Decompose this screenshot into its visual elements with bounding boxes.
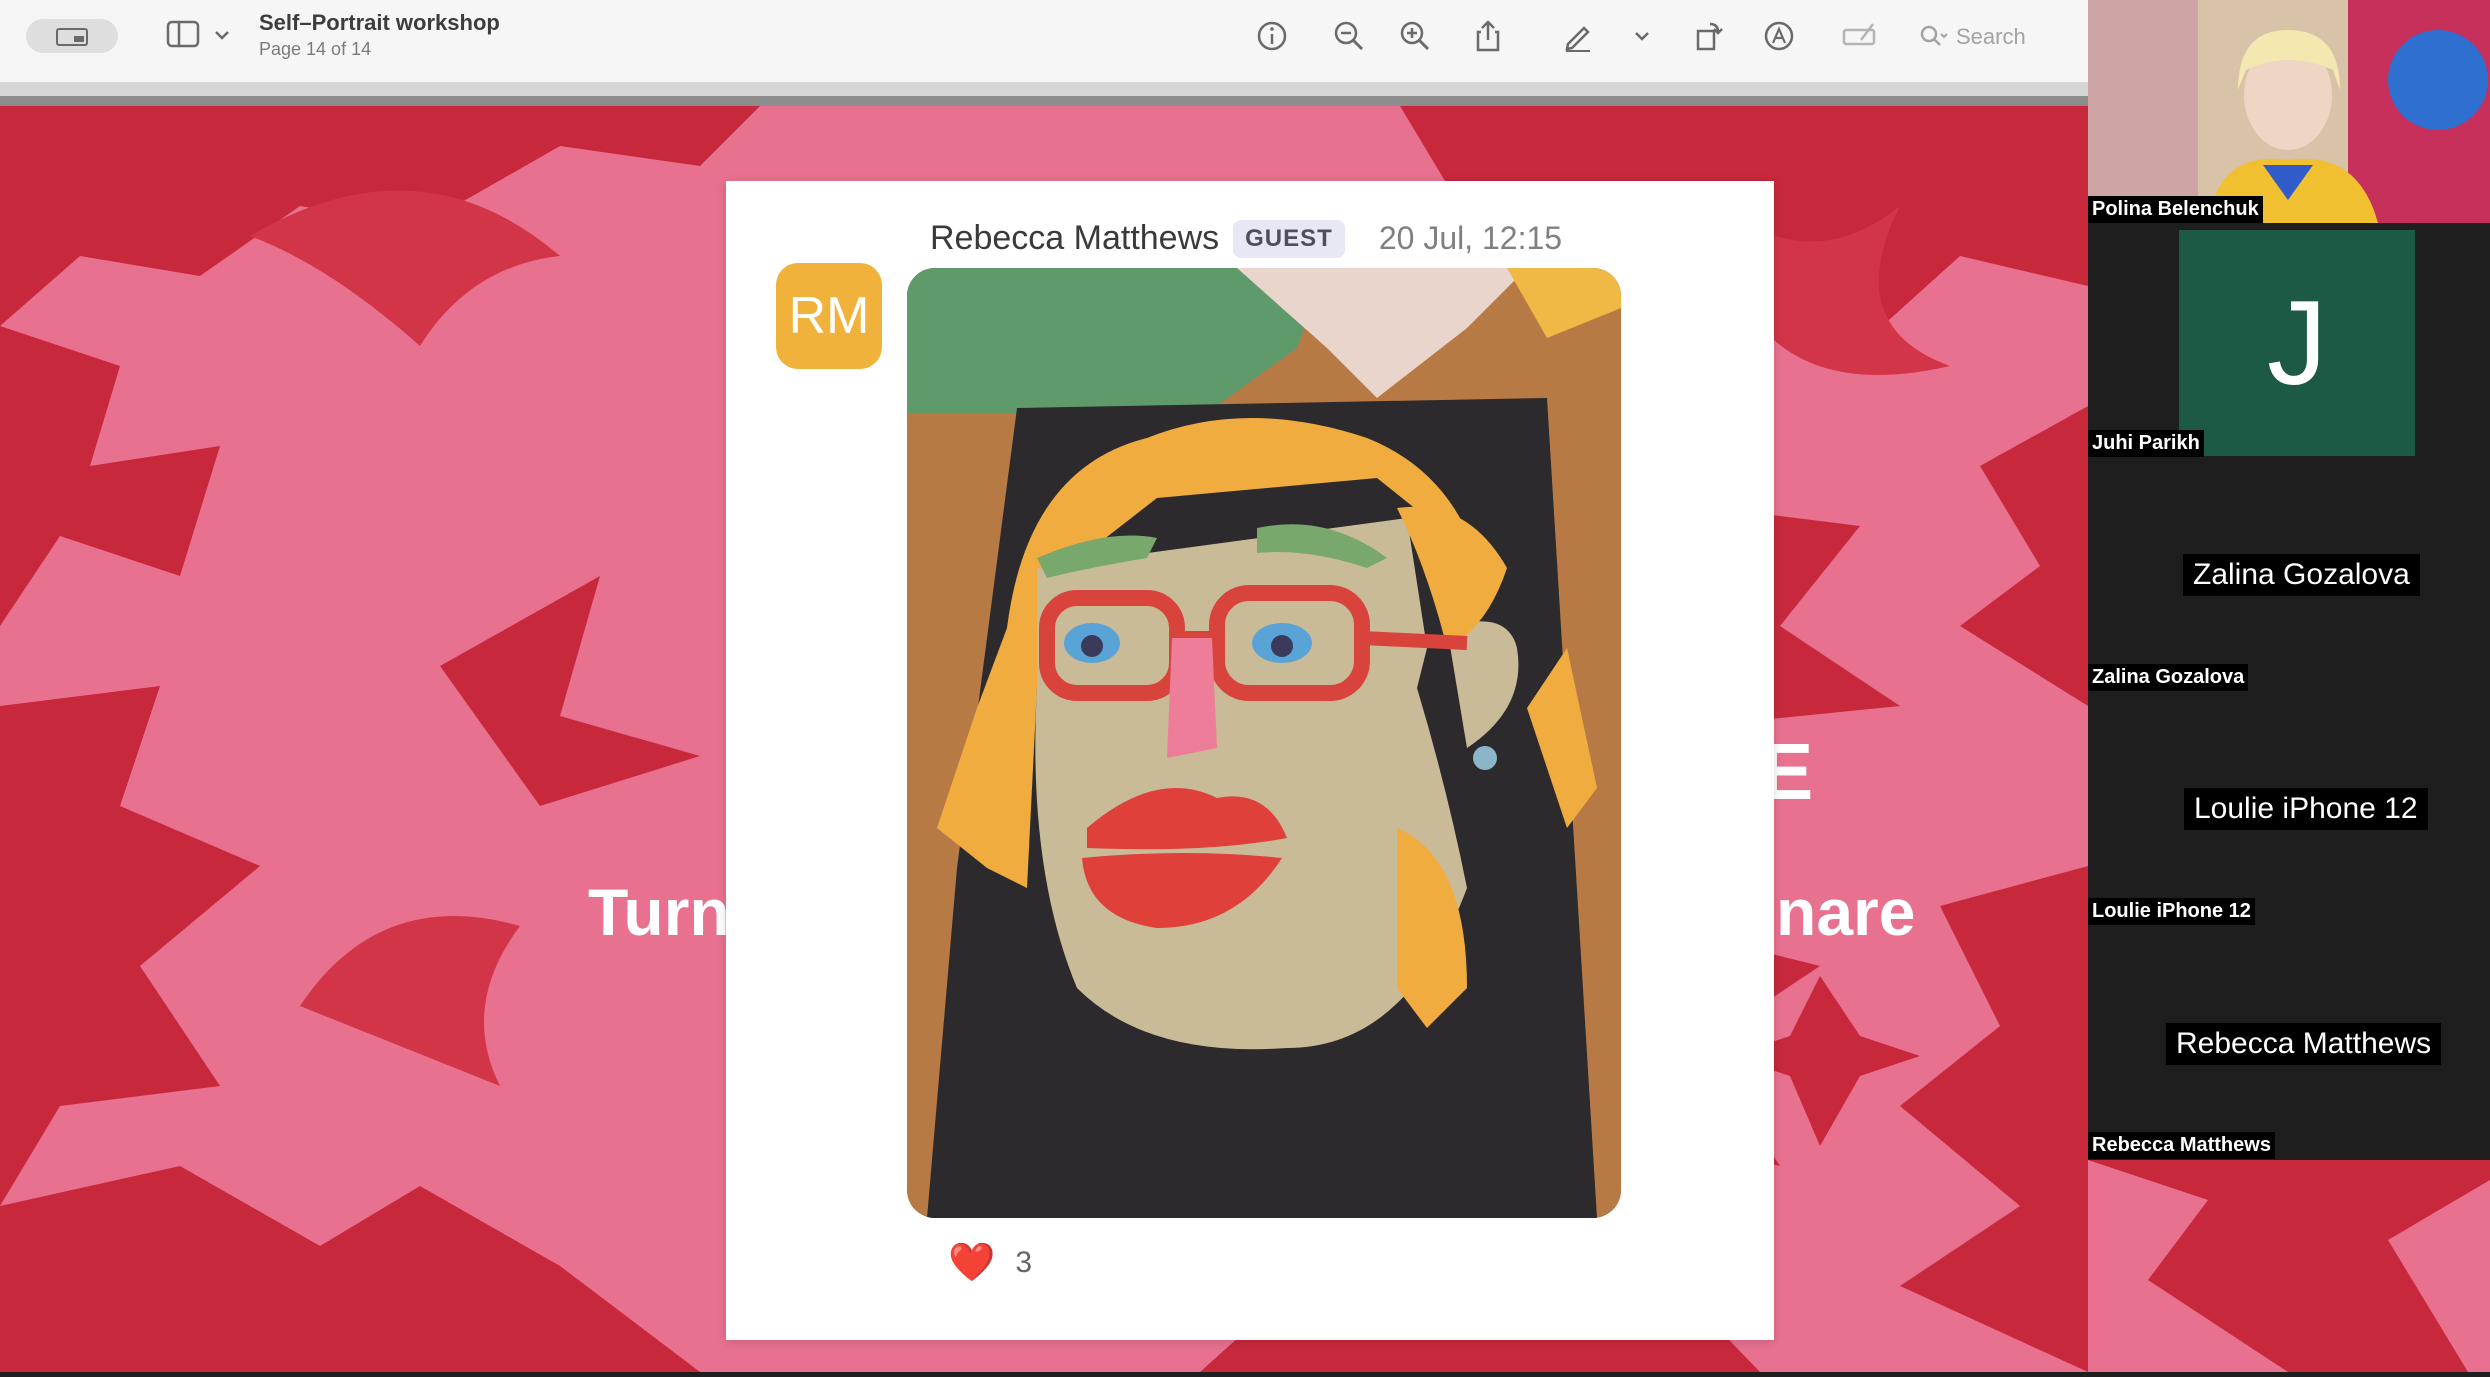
slide-text-right: nare bbox=[1776, 875, 1916, 949]
view-mode-button[interactable] bbox=[26, 19, 118, 53]
chevron-down-icon[interactable] bbox=[214, 29, 230, 41]
avatar: RM bbox=[776, 263, 882, 369]
role-badge: GUEST bbox=[1233, 219, 1345, 258]
slide-background-right bbox=[2088, 1160, 2490, 1372]
participant-name: Rebecca Matthews bbox=[2088, 1132, 2275, 1159]
share-button[interactable] bbox=[1470, 18, 1506, 54]
zoom-out-button[interactable] bbox=[1331, 18, 1367, 54]
paper-cut-corner bbox=[2088, 1160, 2490, 1372]
participants-panel: Polina Belenchuk J Juhi Parikh Zalina Go… bbox=[2088, 0, 2490, 1160]
chevron-down-icon bbox=[1635, 32, 1649, 41]
participant-display-name: Loulie iPhone 12 bbox=[2184, 788, 2428, 830]
info-icon bbox=[1257, 21, 1287, 51]
search-field[interactable]: Search bbox=[1920, 20, 2070, 54]
page-indicator: Page 14 of 14 bbox=[259, 39, 372, 59]
document-title: Self–Portrait workshop bbox=[259, 10, 500, 35]
message-timestamp: 20 Jul, 12:15 bbox=[1378, 220, 1563, 256]
form-icon bbox=[1842, 23, 1876, 46]
reaction-count: 3 bbox=[1015, 1246, 1033, 1279]
slide-text-left: Turn bbox=[588, 875, 730, 949]
heart-icon: ❤️ bbox=[948, 1242, 996, 1284]
page-progress-bar bbox=[0, 96, 2088, 106]
zoom-in-icon bbox=[1400, 21, 1430, 51]
collage-portrait-image bbox=[907, 268, 1621, 1218]
preview-toolbar: Self–Portrait workshop Page 14 of 14 Sea… bbox=[0, 0, 2088, 83]
highlight-button[interactable] bbox=[1761, 18, 1797, 54]
sidebar-toggle-icon[interactable] bbox=[166, 20, 202, 50]
chat-message-card: RM Rebecca Matthews GUEST 20 Jul, 12:15 bbox=[726, 181, 1774, 1340]
markup-options-button[interactable] bbox=[1624, 18, 1660, 54]
markup-pen-button[interactable] bbox=[1560, 18, 1596, 54]
participant-video-feed bbox=[2088, 0, 2490, 223]
message-header: Rebecca Matthews GUEST 20 Jul, 12:15 bbox=[930, 219, 1562, 258]
markup-icon bbox=[1764, 21, 1794, 51]
share-icon bbox=[1476, 20, 1500, 52]
pen-icon bbox=[1565, 26, 1590, 52]
rotate-icon bbox=[1696, 22, 1723, 51]
participant-display-name: Zalina Gozalova bbox=[2183, 554, 2420, 596]
form-fill-button[interactable] bbox=[1841, 18, 1877, 54]
shared-photo[interactable] bbox=[907, 268, 1621, 1218]
participant-name: Juhi Parikh bbox=[2088, 430, 2204, 457]
reaction-button[interactable]: ❤️ 3 bbox=[948, 1241, 1032, 1285]
participant-video-tile[interactable]: Polina Belenchuk bbox=[2088, 0, 2490, 223]
search-placeholder: Search bbox=[1956, 24, 2026, 49]
participant-name: Zalina Gozalova bbox=[2088, 664, 2249, 691]
slideshow-icon bbox=[56, 28, 88, 46]
rotate-button[interactable] bbox=[1690, 18, 1726, 54]
participant-name: Polina Belenchuk bbox=[2088, 196, 2263, 223]
zoom-out-icon bbox=[1334, 21, 1364, 51]
participant-initial-avatar: J bbox=[2179, 230, 2415, 456]
participant-name: Loulie iPhone 12 bbox=[2088, 898, 2255, 925]
participant-display-name: Rebecca Matthews bbox=[2166, 1023, 2442, 1065]
search-icon bbox=[1920, 25, 1948, 46]
info-button[interactable] bbox=[1254, 18, 1290, 54]
author-name: Rebecca Matthews bbox=[930, 219, 1220, 257]
zoom-in-button[interactable] bbox=[1397, 18, 1433, 54]
